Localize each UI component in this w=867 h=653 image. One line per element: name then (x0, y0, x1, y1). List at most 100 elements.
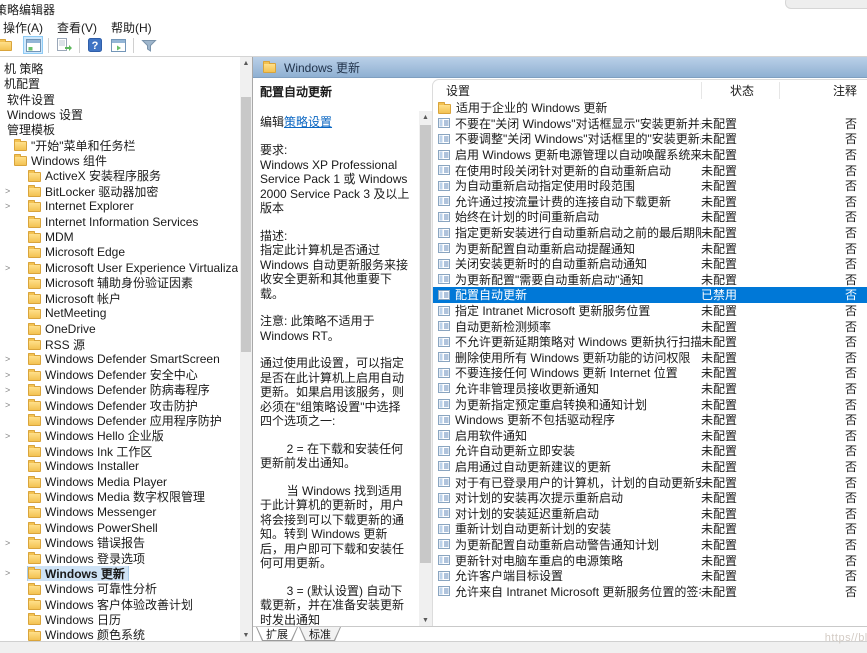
chevron-right-icon[interactable]: > (2, 385, 28, 395)
scroll-down-icon[interactable]: ▼ (419, 614, 432, 626)
tree-item[interactable]: 机配置 (0, 76, 238, 91)
tree-item-content[interactable]: 管理模板 (3, 122, 55, 137)
tree-item-content[interactable]: Windows Installer (28, 459, 139, 473)
tree-item-content[interactable]: 软件设置 (3, 92, 55, 107)
tree-item[interactable]: 机 策略 (0, 61, 238, 76)
show-window-button[interactable] (108, 36, 128, 54)
tree-item[interactable]: OneDrive (0, 321, 238, 336)
list-row[interactable]: 为更新配置"需要自动重新启动"通知未配置否 (433, 272, 867, 288)
scroll-up-icon[interactable]: ▲ (419, 111, 432, 123)
setting-cell[interactable]: 配置自动更新 (433, 286, 701, 303)
tree-item[interactable]: Windows 日历 (0, 612, 238, 627)
list-row[interactable]: 关闭安装更新时的自动重新启动通知未配置否 (433, 256, 867, 272)
tree-item-content[interactable]: Windows Defender SmartScreen (28, 352, 220, 366)
setting-cell[interactable]: 允许客户端目标设置 (433, 567, 701, 584)
setting-cell[interactable]: 启用通过自动更新建议的更新 (433, 458, 701, 475)
tree-item[interactable]: Windows PowerShell (0, 520, 238, 535)
tree-item[interactable]: Windows Ink 工作区 (0, 443, 238, 458)
list-row[interactable]: 启用通过自动更新建议的更新未配置否 (433, 459, 867, 475)
list-row[interactable]: 对于有已登录用户的计算机，计划的自动更新安装不执行重未配置否 (433, 474, 867, 490)
column-header-status[interactable]: 状态 (701, 82, 779, 99)
tree-item-content[interactable]: Windows 组件 (14, 153, 107, 168)
setting-cell[interactable]: 为更新指定预定重启转换和通知计划 (433, 396, 701, 413)
setting-cell[interactable]: 不要调整"关闭 Windows"对话框里的"安装更新并关机"的默 (433, 130, 701, 147)
tree-item-content[interactable]: NetMeeting (28, 306, 106, 320)
tree-item[interactable]: Windows Messenger (0, 505, 238, 520)
list-row[interactable]: 始终在计划的时间重新启动未配置否 (433, 209, 867, 225)
scrollbar-track[interactable]: ▲ ▼ (419, 111, 432, 626)
tree-item[interactable]: 管理模板 (0, 122, 238, 137)
list-row[interactable]: 启用 Windows 更新电源管理以自动唤醒系统来安装计划的未配置否 (433, 147, 867, 163)
list-row[interactable]: 删除使用所有 Windows 更新功能的访问权限未配置否 (433, 350, 867, 366)
chevron-right-icon[interactable]: > (2, 201, 28, 211)
setting-cell[interactable]: 允许自动更新立即安装 (433, 442, 701, 459)
setting-cell[interactable]: 指定 Intranet Microsoft 更新服务位置 (433, 302, 701, 319)
tree-item[interactable]: Microsoft 辅助身份验证因素 (0, 275, 238, 290)
list-row[interactable]: 适用于企业的 Windows 更新 (433, 100, 867, 116)
tree-item-content[interactable]: Windows Media Player (28, 475, 167, 489)
tree-item-content[interactable]: BitLocker 驱动器加密 (28, 183, 158, 198)
setting-cell[interactable]: 不要在"关闭 Windows"对话框显示"安装更新并关机" (433, 115, 701, 132)
tree-item[interactable]: NetMeeting (0, 306, 238, 321)
tree-item-content[interactable]: Windows 可靠性分析 (28, 581, 157, 596)
list-row[interactable]: 对计划的安装再次提示重新启动未配置否 (433, 490, 867, 506)
tree-item[interactable]: >BitLocker 驱动器加密 (0, 183, 238, 198)
tree-item[interactable]: 软件设置 (0, 92, 238, 107)
tree-item[interactable]: >Windows Defender 防病毒程序 (0, 382, 238, 397)
chevron-right-icon[interactable]: > (2, 263, 28, 273)
chevron-right-icon[interactable]: > (2, 538, 28, 548)
tree-item[interactable]: RSS 源 (0, 336, 238, 351)
setting-cell[interactable]: 重新计划自动更新计划的安装 (433, 520, 701, 537)
list-row[interactable]: 不要在"关闭 Windows"对话框显示"安装更新并关机"未配置否 (433, 116, 867, 132)
list-row[interactable]: 配置自动更新已禁用否 (433, 287, 867, 303)
list-row[interactable]: 在使用时段关闭针对更新的自动重新启动未配置否 (433, 162, 867, 178)
tree-item-content[interactable]: Windows Defender 防病毒程序 (28, 382, 210, 397)
tree-item-content[interactable]: MDM (28, 230, 74, 244)
setting-cell[interactable]: 对计划的安装延迟重新启动 (433, 505, 701, 522)
setting-cell[interactable]: 不允许更新延期策略对 Windows 更新执行扫描 (433, 333, 701, 350)
tab-标准[interactable]: 标准 (299, 627, 341, 641)
tree-item[interactable]: Microsoft 帐户 (0, 290, 238, 305)
menu-item[interactable]: 查看(V) (57, 19, 105, 36)
list-row[interactable]: 启用软件通知未配置否 (433, 427, 867, 443)
menu-item[interactable]: 帮助(H) (111, 19, 160, 36)
tree-item-content[interactable]: Windows 设置 (3, 107, 83, 122)
tree-item[interactable]: ActiveX 安装程序服务 (0, 168, 238, 183)
tree-item-content[interactable]: Microsoft 辅助身份验证因素 (28, 275, 193, 290)
tree-item-content[interactable]: Internet Explorer (28, 199, 134, 213)
tree-item-content[interactable]: Windows 错误报告 (28, 535, 145, 550)
list-row[interactable]: 指定 Intranet Microsoft 更新服务位置未配置否 (433, 303, 867, 319)
detail-scrollbar[interactable]: ▲ ▼ (419, 78, 432, 626)
tree-item[interactable]: >Internet Explorer (0, 199, 238, 214)
list-row[interactable]: 为更新指定预定重启转换和通知计划未配置否 (433, 396, 867, 412)
tree-item[interactable]: >Windows 错误报告 (0, 535, 238, 550)
tree-item[interactable]: Windows Defender 应用程序防护 (0, 413, 238, 428)
setting-cell[interactable]: 允许来自 Intranet Microsoft 更新服务位置的签名更新 (433, 583, 701, 600)
tree-item[interactable]: >Windows Defender SmartScreen (0, 352, 238, 367)
tree-item[interactable]: >Windows Defender 攻击防护 (0, 398, 238, 413)
setting-cell[interactable]: 关闭安装更新时的自动重新启动通知 (433, 255, 701, 272)
chevron-right-icon[interactable]: > (2, 354, 28, 364)
tree-item-content[interactable]: "开始"菜单和任务栏 (14, 137, 136, 152)
setting-cell[interactable]: 自动更新检测频率 (433, 318, 701, 335)
tree-item-content[interactable]: Windows 颜色系统 (28, 627, 145, 641)
tree-item-content[interactable]: Windows Hello 企业版 (28, 428, 164, 443)
list-row[interactable]: Windows 更新不包括驱动程序未配置否 (433, 412, 867, 428)
console-window-button[interactable] (23, 36, 43, 54)
tree-item-content[interactable]: Windows 更新 (28, 566, 128, 581)
tree-item-content[interactable]: Windows Defender 攻击防护 (28, 398, 198, 413)
setting-cell[interactable]: 为更新配置"需要自动重新启动"通知 (433, 271, 701, 288)
scrollbar-thumb[interactable] (420, 125, 431, 563)
tree-item[interactable]: Microsoft Edge (0, 245, 238, 260)
tree-item-content[interactable]: OneDrive (28, 322, 96, 336)
setting-cell[interactable]: 适用于企业的 Windows 更新 (433, 100, 701, 116)
tree-item-content[interactable]: Windows Messenger (28, 505, 156, 519)
setting-cell[interactable]: 对于有已登录用户的计算机，计划的自动更新安装不执行重 (433, 474, 701, 491)
tab-label[interactable]: 扩展 (257, 627, 297, 640)
tree-item[interactable]: Windows 可靠性分析 (0, 581, 238, 596)
menu-item[interactable]: 操作(A) (3, 19, 51, 36)
tree-item[interactable]: Windows Media 数字权限管理 (0, 489, 238, 504)
list-row[interactable]: 允许客户端目标设置未配置否 (433, 568, 867, 584)
tree-item[interactable]: "开始"菜单和任务栏 (0, 137, 238, 152)
list-row[interactable]: 指定更新安装进行自动重新启动之前的最后期限未配置否 (433, 225, 867, 241)
